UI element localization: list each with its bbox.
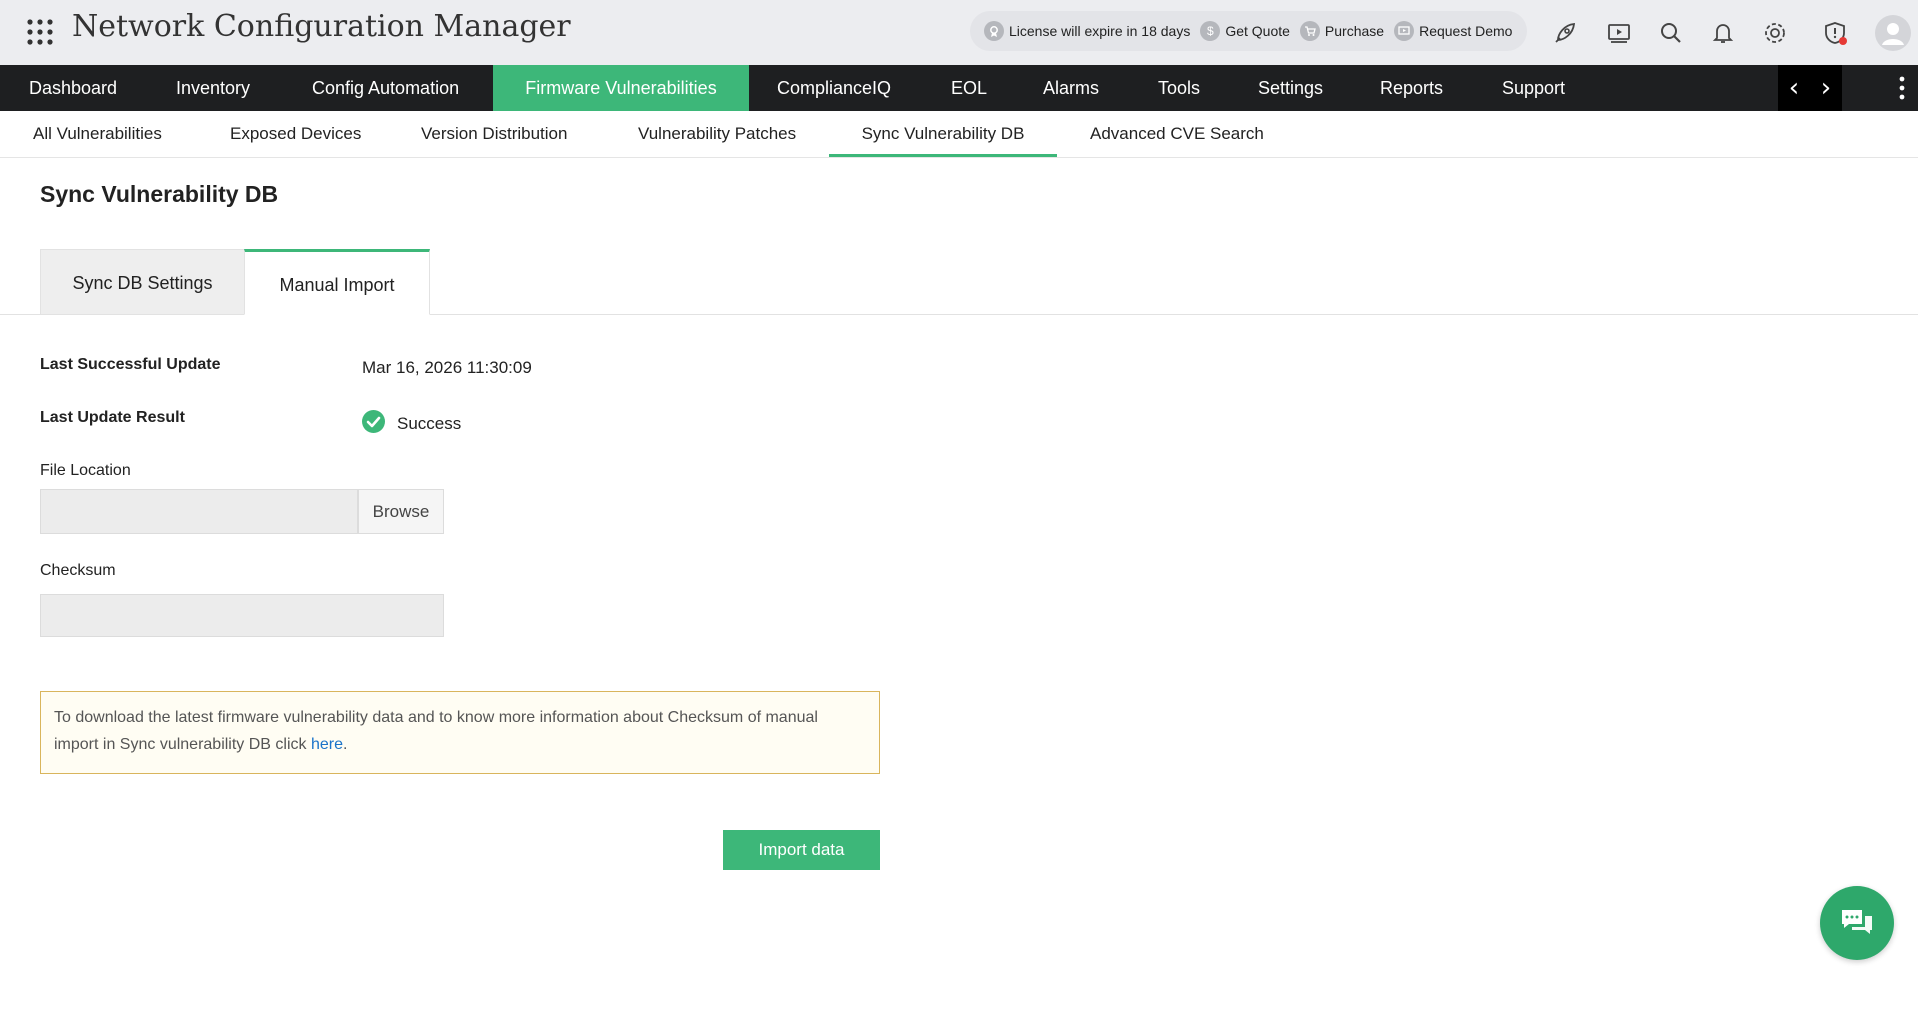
- last-result-label: Last Update Result: [40, 409, 185, 426]
- subnav-sync-vulnerability-db[interactable]: Sync Vulnerability DB: [829, 111, 1057, 157]
- search-icon[interactable]: [1656, 18, 1686, 48]
- request-demo-link[interactable]: Request Demo: [1394, 21, 1512, 41]
- subnav-exposed-devices[interactable]: Exposed Devices: [197, 111, 394, 157]
- license-text: License will expire in 18 days: [1009, 23, 1191, 39]
- license-icon: [984, 21, 1004, 41]
- tab-manual-import[interactable]: Manual Import: [244, 249, 430, 315]
- app-title: Network Configuration Manager: [72, 9, 571, 44]
- file-location-label: File Location: [40, 462, 131, 479]
- nav-item-settings[interactable]: Settings: [1229, 65, 1352, 111]
- nav-item-eol[interactable]: EOL: [922, 65, 1016, 111]
- video-tutorial-icon[interactable]: [1604, 18, 1634, 48]
- get-quote-label: Get Quote: [1225, 23, 1290, 39]
- demo-icon: [1394, 21, 1415, 41]
- chevron-left-icon[interactable]: ‹: [1789, 65, 1799, 111]
- top-header: Network Configuration Manager License wi…: [0, 0, 1918, 65]
- last-result-status: Success: [362, 410, 461, 438]
- checksum-input[interactable]: [40, 594, 444, 637]
- chevron-right-icon[interactable]: ›: [1821, 65, 1831, 111]
- nav-item-alarms[interactable]: Alarms: [1015, 65, 1127, 111]
- success-check-icon: [362, 410, 385, 438]
- purchase-label: Purchase: [1324, 23, 1385, 39]
- subnav-advanced-cve-search[interactable]: Advanced CVE Search: [1057, 111, 1297, 157]
- license-pill: License will expire in 18 days $ Get Quo…: [970, 11, 1527, 51]
- subnav-vulnerability-patches[interactable]: Vulnerability Patches: [605, 111, 829, 157]
- nav-item-complianceiq[interactable]: ComplianceIQ: [749, 65, 919, 111]
- user-avatar[interactable]: [1874, 14, 1912, 52]
- nav-item-inventory[interactable]: Inventory: [147, 65, 279, 111]
- last-update-value: Mar 16, 2026 11:30:09: [362, 358, 532, 377]
- apps-grid-icon[interactable]: [26, 18, 54, 46]
- last-result-value: Success: [397, 414, 462, 433]
- nav-item-reports[interactable]: Reports: [1351, 65, 1472, 111]
- subnav-version-distribution[interactable]: Version Distribution: [388, 111, 600, 157]
- nav-item-support[interactable]: Support: [1473, 65, 1594, 111]
- subnav-all-vulnerabilities[interactable]: All Vulnerabilities: [0, 111, 195, 157]
- main-nav: Dashboard Inventory Config Automation Fi…: [0, 65, 1918, 111]
- nav-scroll-arrows: ‹ ›: [1778, 65, 1842, 111]
- more-vertical-icon[interactable]: [1892, 75, 1912, 101]
- nav-item-firmware-vulnerabilities[interactable]: Firmware Vulnerabilities: [493, 65, 749, 111]
- get-quote-link[interactable]: $ Get Quote: [1200, 21, 1290, 41]
- license-expiry[interactable]: License will expire in 18 days: [984, 21, 1190, 41]
- purchase-link[interactable]: Purchase: [1299, 21, 1385, 41]
- cart-icon: [1299, 21, 1320, 41]
- chat-icon[interactable]: [1820, 886, 1894, 960]
- bell-icon[interactable]: [1708, 18, 1738, 48]
- request-demo-label: Request Demo: [1419, 23, 1513, 39]
- checksum-label: Checksum: [40, 562, 116, 579]
- nav-item-config-automation[interactable]: Config Automation: [283, 65, 488, 111]
- sub-nav: All Vulnerabilities Exposed Devices Vers…: [0, 111, 1918, 158]
- browse-button[interactable]: Browse: [358, 489, 444, 534]
- last-update-label: Last Successful Update: [40, 356, 221, 373]
- info-suffix: .: [343, 736, 348, 753]
- tab-sync-db-settings[interactable]: Sync DB Settings: [40, 249, 245, 315]
- dollar-icon: $: [1200, 21, 1221, 41]
- gear-icon[interactable]: [1760, 18, 1790, 48]
- nav-item-tools[interactable]: Tools: [1129, 65, 1229, 111]
- nav-item-dashboard[interactable]: Dashboard: [0, 65, 146, 111]
- info-message: To download the latest firmware vulnerab…: [40, 691, 880, 774]
- rocket-icon[interactable]: [1550, 18, 1580, 48]
- info-text: To download the latest firmware vulnerab…: [54, 709, 818, 753]
- file-location-input[interactable]: [40, 489, 358, 534]
- security-alert-icon[interactable]: [1820, 18, 1850, 48]
- page-title: Sync Vulnerability DB: [40, 181, 279, 207]
- import-data-button[interactable]: Import data: [723, 830, 880, 870]
- info-here-link[interactable]: here: [311, 736, 343, 753]
